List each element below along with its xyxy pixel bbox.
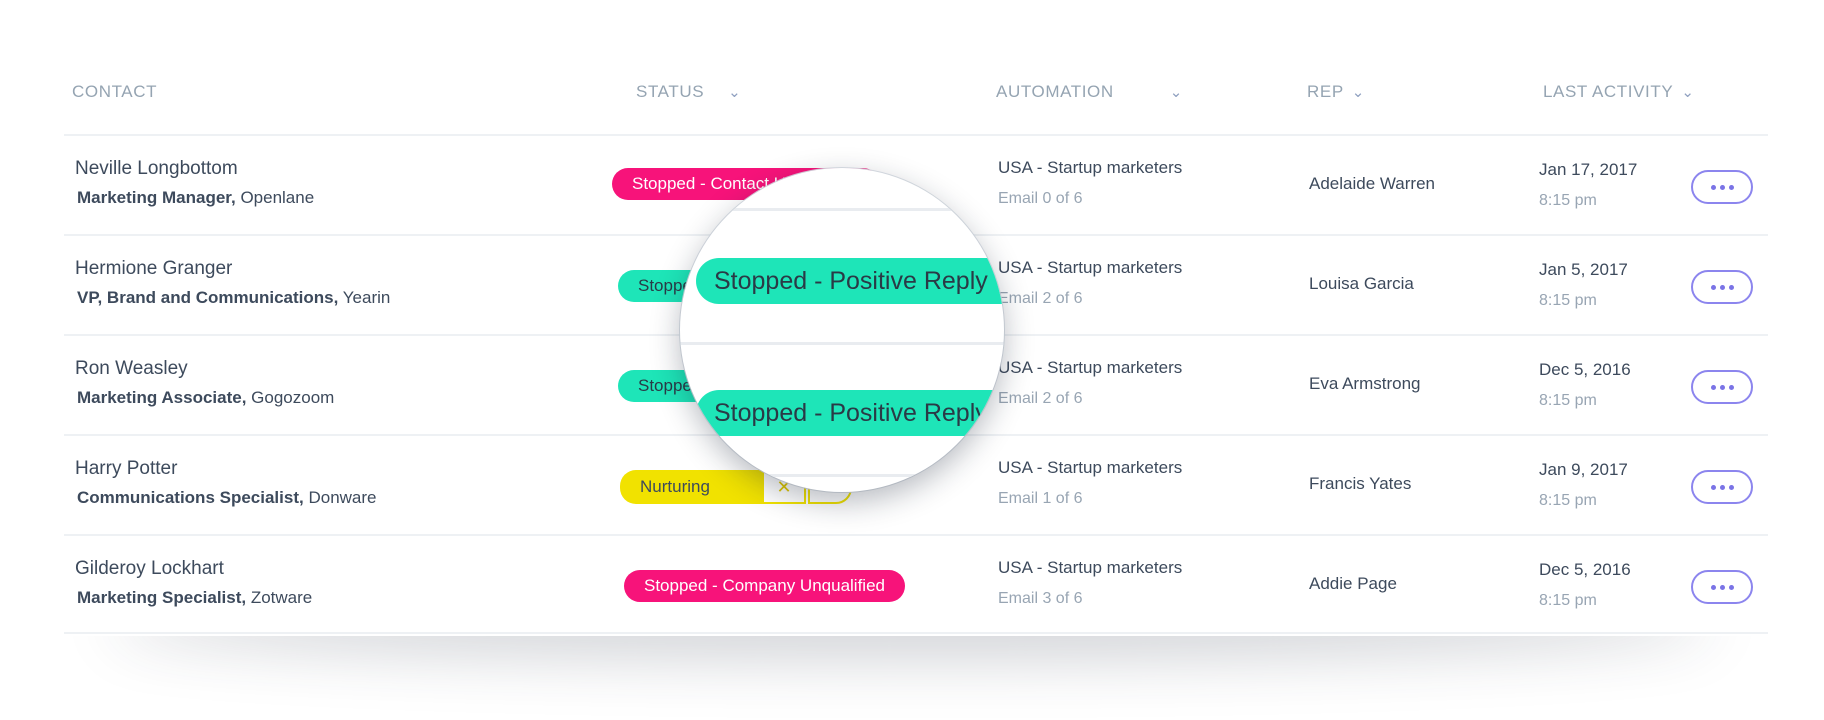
row-menu-button[interactable] (1691, 570, 1753, 604)
magnified-status-badge: Stopped - Positive Reply (696, 258, 1004, 304)
column-header-status[interactable]: STATUS ⌄ (636, 82, 741, 102)
column-header-label: REP (1307, 82, 1344, 101)
contact-title: Marketing Specialist, Zotware (77, 588, 312, 608)
column-header-contact[interactable]: CONTACT (72, 82, 157, 102)
more-horizontal-icon (1709, 484, 1736, 490)
row-divider (680, 474, 1004, 477)
row-menu-button[interactable] (1691, 270, 1753, 304)
automation-step: Email 2 of 6 (998, 290, 1083, 307)
activity-date: Dec 5, 2016 (1539, 360, 1631, 379)
row-menu-button[interactable] (1691, 470, 1753, 504)
contact-title: Marketing Manager, Openlane (77, 188, 314, 208)
contact-name[interactable]: Neville Longbottom (75, 158, 238, 180)
chevron-down-icon: ⌄ (1169, 84, 1183, 101)
automation-step: Email 1 of 6 (998, 490, 1083, 507)
activity-date: Jan 5, 2017 (1539, 260, 1628, 279)
contact-role: Marketing Manager, (77, 188, 236, 207)
column-header-label: STATUS (636, 82, 705, 101)
contact-name[interactable]: Harry Potter (75, 458, 177, 480)
table-row[interactable]: Gilderoy Lockhart Marketing Specialist, … (64, 534, 1768, 634)
contact-role: Marketing Associate, (77, 388, 247, 407)
chevron-down-icon: ⌄ (728, 84, 742, 101)
more-horizontal-icon (1709, 284, 1736, 290)
automation-step: Email 0 of 6 (998, 190, 1083, 207)
contact-name[interactable]: Ron Weasley (75, 358, 188, 380)
rep-name: Louisa Garcia (1309, 274, 1414, 293)
activity-time: 8:15 pm (1539, 392, 1597, 409)
status-badge[interactable]: Stopped - Company Unqualified (624, 570, 905, 602)
column-header-label: AUTOMATION (996, 82, 1114, 101)
activity-date: Jan 17, 2017 (1539, 160, 1638, 179)
contact-company: Donware (303, 488, 377, 507)
automation-step: Email 3 of 6 (998, 590, 1083, 607)
more-horizontal-icon (1709, 384, 1736, 390)
contact-role: Communications Specialist, (77, 488, 304, 507)
automation-step: Email 2 of 6 (998, 390, 1083, 407)
column-header-rep[interactable]: REP ⌄ (1307, 82, 1365, 102)
contact-title: Marketing Associate, Gogozoom (77, 388, 334, 408)
rep-name: Francis Yates (1309, 474, 1412, 493)
contact-role: VP, Brand and Communications, (77, 288, 339, 307)
contact-company: Zotware (246, 588, 313, 607)
row-divider (680, 208, 1004, 211)
chevron-down-icon: ⌄ (1681, 84, 1695, 101)
rep-name: Addie Page (1309, 574, 1397, 593)
contact-title: VP, Brand and Communications, Yearin (77, 288, 390, 308)
activity-time: 8:15 pm (1539, 592, 1597, 609)
rep-name: Eva Armstrong (1309, 374, 1421, 393)
automation-name[interactable]: USA - Startup marketers (998, 458, 1182, 478)
contact-company: Gogozoom (246, 388, 335, 407)
contact-role: Marketing Specialist, (77, 588, 247, 607)
row-divider (680, 342, 1004, 345)
automation-name[interactable]: USA - Startup marketers (998, 558, 1182, 578)
magnified-status-badge: Stopped - Positive Reply (696, 390, 1004, 436)
contact-name[interactable]: Hermione Granger (75, 258, 232, 280)
automation-name[interactable]: USA - Startup marketers (998, 358, 1182, 378)
automation-name[interactable]: USA - Startup marketers (998, 158, 1182, 178)
activity-time: 8:15 pm (1539, 292, 1597, 309)
column-header-label: CONTACT (72, 82, 158, 101)
row-menu-button[interactable] (1691, 370, 1753, 404)
more-horizontal-icon (1709, 584, 1736, 590)
contact-company: Yearin (338, 288, 391, 307)
chevron-down-icon: ⌄ (1351, 84, 1365, 101)
contact-title: Communications Specialist, Donware (77, 488, 377, 508)
activity-time: 8:15 pm (1539, 492, 1597, 509)
more-horizontal-icon (1709, 184, 1736, 190)
activity-time: 8:15 pm (1539, 192, 1597, 209)
row-menu-button[interactable] (1691, 170, 1753, 204)
column-header-label: LAST ACTIVITY (1543, 82, 1674, 101)
column-header-last-activity[interactable]: LAST ACTIVITY ⌄ (1543, 82, 1694, 102)
rep-name: Adelaide Warren (1309, 174, 1435, 193)
activity-date: Dec 5, 2016 (1539, 560, 1631, 579)
magnifier-lens: Stopped - Positive Reply Stopped - Posit… (680, 168, 1004, 492)
activity-date: Jan 9, 2017 (1539, 460, 1628, 479)
contact-name[interactable]: Gilderoy Lockhart (75, 558, 224, 580)
contact-company: Openlane (235, 188, 315, 207)
column-header-automation[interactable]: AUTOMATION ⌄ (996, 82, 1183, 102)
automation-name[interactable]: USA - Startup marketers (998, 258, 1182, 278)
